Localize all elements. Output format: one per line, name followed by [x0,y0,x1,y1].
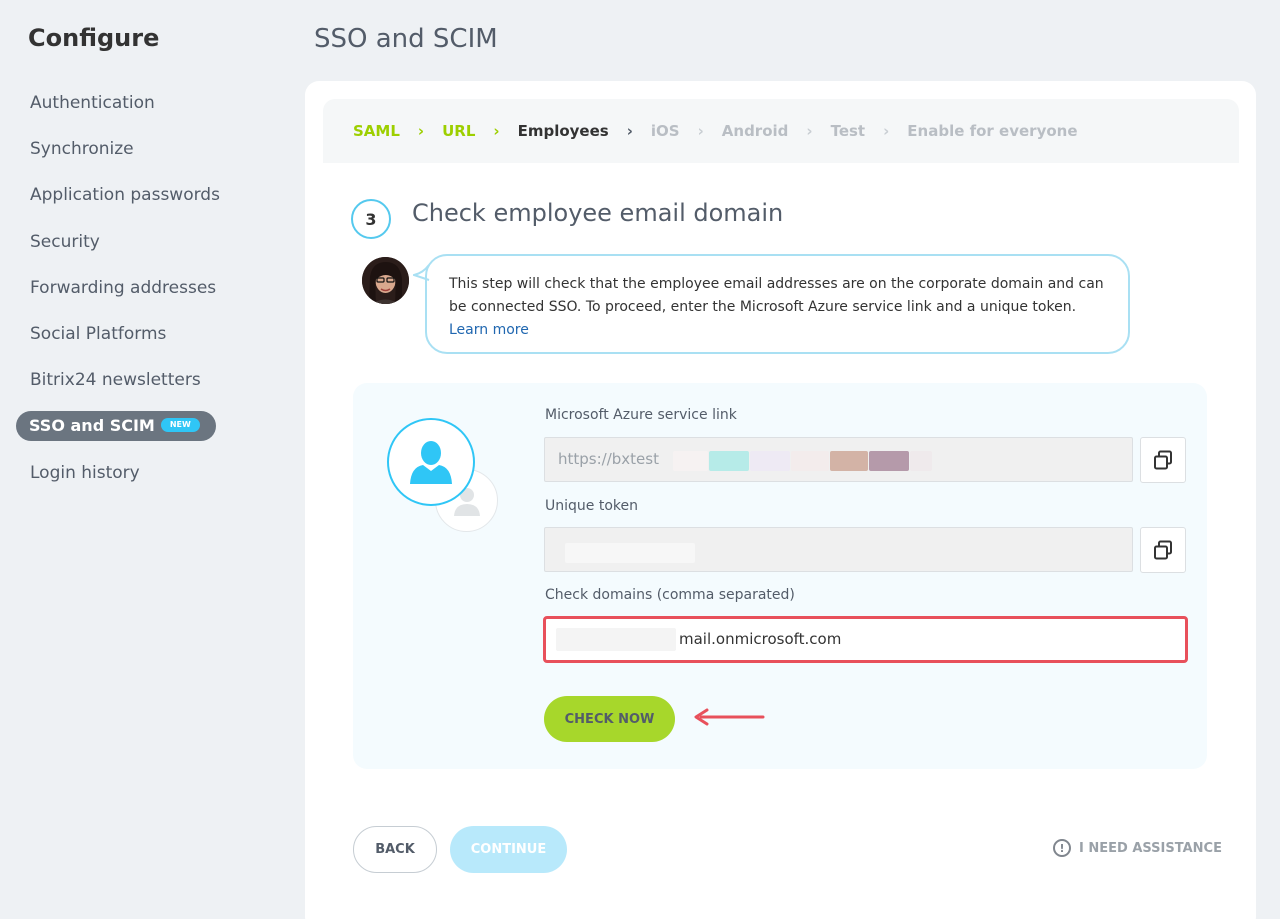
copy-icon [1154,540,1172,560]
sidebar-item-bitrix24-newsletters[interactable]: Bitrix24 newsletters [30,365,201,395]
redacted-block [750,451,790,471]
back-button[interactable]: BACK [353,826,437,873]
azure-link-input[interactable]: https://bxtest [544,437,1133,482]
check-now-button[interactable]: CHECK NOW [544,696,675,742]
hint-text: This step will check that the employee e… [449,276,1104,315]
redacted-block [565,543,695,563]
chevron-right-icon: › [697,122,704,140]
unique-token-input[interactable] [544,527,1133,572]
sidebar-item-security[interactable]: Security [30,227,100,257]
step-employees[interactable]: Employees [518,122,609,140]
wizard-card: SAML › URL › Employees › iOS › Android ›… [305,81,1256,919]
sidebar-item-authentication[interactable]: Authentication [30,88,155,118]
check-domains-input[interactable]: mail.onmicrosoft.com [543,616,1188,663]
check-domains-label: Check domains (comma separated) [545,587,795,603]
need-assistance-label: I NEED ASSISTANCE [1079,840,1222,856]
redacted-block [791,451,829,471]
unique-token-label: Unique token [545,498,638,514]
learn-more-link[interactable]: Learn more [449,322,529,338]
user-icon [387,418,475,506]
redacted-block [673,451,708,471]
info-icon: ! [1053,839,1071,857]
azure-link-label: Microsoft Azure service link [545,407,737,423]
sidebar: Configure Authentication Synchronize App… [0,0,300,919]
form-panel: Microsoft Azure service link https://bxt… [353,383,1207,769]
redacted-block [556,628,676,651]
page-title: SSO and SCIM [314,24,498,54]
chevron-right-icon: › [806,122,813,140]
sidebar-item-synchronize[interactable]: Synchronize [30,134,134,164]
arrow-left-icon [694,708,765,726]
redacted-block [910,451,932,471]
need-assistance-link[interactable]: ! I NEED ASSISTANCE [1053,839,1222,857]
chevron-right-icon: › [493,122,500,140]
step-ios: iOS [650,122,680,140]
chevron-right-icon: › [626,122,633,140]
sidebar-item-application-passwords[interactable]: Application passwords [30,180,220,210]
step-number: 3 [351,199,391,239]
continue-button[interactable]: CONTINUE [450,826,567,873]
sidebar-item-forwarding-addresses[interactable]: Forwarding addresses [30,273,216,303]
chevron-right-icon: › [883,122,890,140]
redacted-block [830,451,868,471]
step-test: Test [830,122,866,140]
sidebar-item-label: SSO and SCIM [29,416,155,435]
copy-azure-link-button[interactable] [1140,437,1186,483]
wizard-stepper: SAML › URL › Employees › iOS › Android ›… [323,99,1239,163]
hint-bubble: This step will check that the employee e… [425,254,1130,354]
step-saml[interactable]: SAML [353,122,400,140]
sidebar-title: Configure [28,24,160,52]
azure-link-value: https://bxtest [558,450,659,468]
new-badge: NEW [160,417,200,432]
step-android: Android [721,122,789,140]
copy-icon [1154,450,1172,470]
check-domains-value: mail.onmicrosoft.com [679,630,842,648]
copy-token-button[interactable] [1140,527,1186,573]
step-title: Check employee email domain [412,199,784,227]
avatar [362,257,409,304]
step-url[interactable]: URL [442,122,475,140]
step-enable-for-everyone: Enable for everyone [907,122,1078,140]
sidebar-item-sso-and-scim[interactable]: SSO and SCIM NEW [16,411,216,441]
redacted-block [869,451,909,471]
chevron-right-icon: › [417,122,425,140]
sidebar-item-social-platforms[interactable]: Social Platforms [30,319,166,349]
sidebar-item-login-history[interactable]: Login history [30,458,140,488]
redacted-block [709,451,749,471]
